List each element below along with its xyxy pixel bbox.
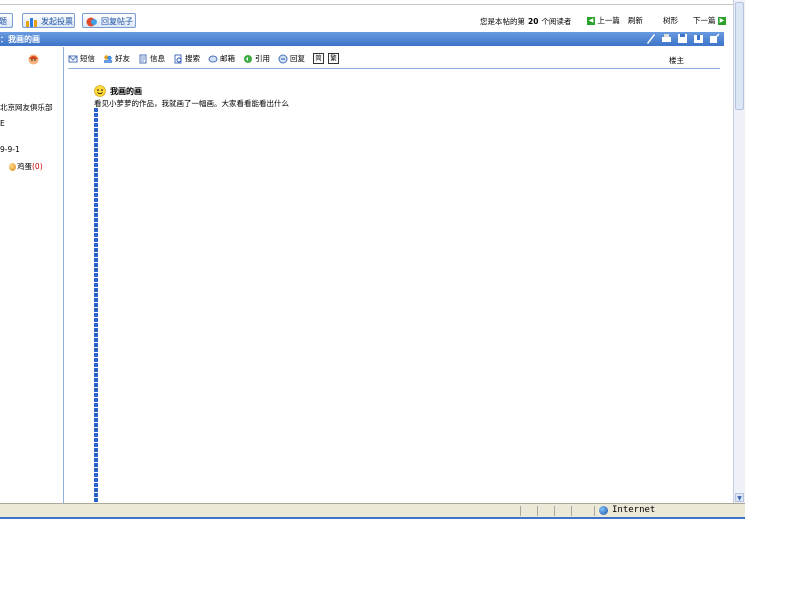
friend-action[interactable]: 好友: [103, 53, 130, 64]
traditional-button[interactable]: 繁: [328, 53, 339, 64]
top-separator: [0, 0, 733, 5]
info-label: 信息: [150, 54, 165, 63]
reader-prefix: 您是本帖的第: [480, 17, 525, 26]
status-bar: Internet: [0, 503, 745, 518]
egg-count: (0): [32, 162, 43, 171]
tree-view-link[interactable]: 树形: [663, 15, 678, 26]
refresh-link[interactable]: 刷新: [628, 15, 643, 26]
user-avatar-icon[interactable]: [28, 54, 39, 65]
reader-suffix: 个阅读者: [541, 17, 572, 26]
prev-post-label: 上一篇: [597, 16, 620, 25]
user-line2: E: [0, 119, 5, 128]
next-post-label: 下一篇: [693, 16, 716, 25]
reply-post-button[interactable]: 回复帖子: [82, 13, 136, 28]
quote-action[interactable]: 引用: [243, 53, 270, 64]
quote-icon: [244, 54, 252, 63]
quote-label: 引用: [255, 54, 270, 63]
thread-title: ：我画的画: [0, 35, 40, 44]
forum-toolbar: 题 发起投票 回复帖子 您是本帖的第 20 个阅读者 ◀ 上一篇 刷新 树形 下一篇…: [0, 11, 733, 31]
mail-icon: [208, 55, 218, 62]
post-title-bar: ：我画的画: [0, 32, 724, 46]
scroll-thumb[interactable]: [735, 2, 744, 110]
status-divider: [520, 506, 521, 516]
simplified-button[interactable]: 简: [313, 53, 324, 64]
pen-icon[interactable]: [645, 33, 656, 44]
arrow-right-icon: ▶: [717, 17, 726, 25]
mailbox-action[interactable]: 邮箱: [208, 53, 235, 64]
user-club: 北京网友俱乐部: [0, 103, 53, 112]
post-body: 看见小萝萝的作品，我就画了一幅画。大家看看能看出什么: [94, 99, 289, 108]
user-join-date: 9-9-1: [0, 145, 20, 154]
scroll-down-arrow-icon[interactable]: ▼: [735, 493, 744, 502]
post-title: 我画的画: [110, 86, 142, 96]
next-post-link[interactable]: 下一篇 ▶: [693, 15, 726, 26]
status-divider: [594, 506, 595, 516]
reply-icon: [86, 17, 97, 26]
reply-icon-small: [278, 54, 288, 63]
mailbox-label: 邮箱: [220, 54, 235, 63]
share-icon[interactable]: [709, 33, 720, 44]
new-topic-label: 题: [0, 17, 7, 26]
new-poll-button[interactable]: 发起投票: [22, 13, 75, 28]
search-action[interactable]: 搜索: [173, 53, 200, 64]
search-label: 搜索: [185, 54, 200, 63]
new-poll-label: 发起投票: [41, 17, 73, 26]
post-action-bar: 短信 好友 信息 搜索 邮箱 引用 回复 简 繁: [68, 52, 343, 65]
friends-icon: [104, 54, 112, 63]
reader-counter: 您是本帖的第 20 个阅读者: [480, 16, 571, 27]
vertical-scrollbar[interactable]: ▼: [733, 0, 745, 503]
security-zone: Internet: [599, 505, 655, 515]
reply-label: 回复: [290, 54, 305, 63]
egg-icon: [9, 163, 16, 171]
egg-label: 鸡蛋: [17, 162, 32, 171]
post-content: 短信 好友 信息 搜索 邮箱 引用 回复 简 繁 楼主 我画的画 看见小萝萝的作…: [64, 47, 724, 508]
action-divider: [68, 68, 720, 69]
message-label: 短信: [80, 54, 95, 63]
search-icon: [174, 54, 182, 63]
window-bottom-border: [0, 517, 745, 519]
refresh-label: 刷新: [628, 16, 643, 25]
save-icon[interactable]: [677, 33, 688, 44]
reply-post-label: 回复帖子: [101, 17, 133, 26]
egg-count-row[interactable]: 鸡蛋(0): [9, 161, 43, 172]
smiley-icon: [94, 85, 106, 97]
poll-icon: [26, 17, 37, 27]
zone-label: Internet: [612, 505, 656, 515]
title-bar-tools: [645, 33, 720, 44]
post-heading: 我画的画: [94, 85, 142, 97]
print-icon[interactable]: [661, 33, 672, 44]
image-placeholder-bar: [94, 108, 98, 508]
status-divider: [571, 506, 572, 516]
floor-label: 楼主: [669, 56, 684, 65]
profile-icon: [139, 54, 147, 63]
status-divider: [537, 506, 538, 516]
bookmark-icon[interactable]: [693, 33, 704, 44]
message-action[interactable]: 短信: [68, 53, 95, 64]
browser-window: 题 发起投票 回复帖子 您是本帖的第 20 个阅读者 ◀ 上一篇 刷新 树形 下一篇…: [0, 0, 745, 519]
message-icon: [68, 55, 78, 62]
reply-action[interactable]: 回复: [278, 53, 305, 64]
new-topic-button[interactable]: 题: [0, 13, 13, 28]
arrow-left-icon: ◀: [587, 17, 595, 25]
prev-post-link[interactable]: ◀ 上一篇: [587, 15, 620, 26]
tree-view-label: 树形: [663, 16, 678, 25]
status-divider: [554, 506, 555, 516]
globe-icon: [599, 505, 608, 515]
friend-label: 好友: [115, 54, 130, 63]
reader-count: 20: [528, 17, 539, 26]
user-info-panel: 北京网友俱乐部 E 9-9-1 鸡蛋(0): [0, 47, 64, 507]
info-action[interactable]: 信息: [138, 53, 165, 64]
